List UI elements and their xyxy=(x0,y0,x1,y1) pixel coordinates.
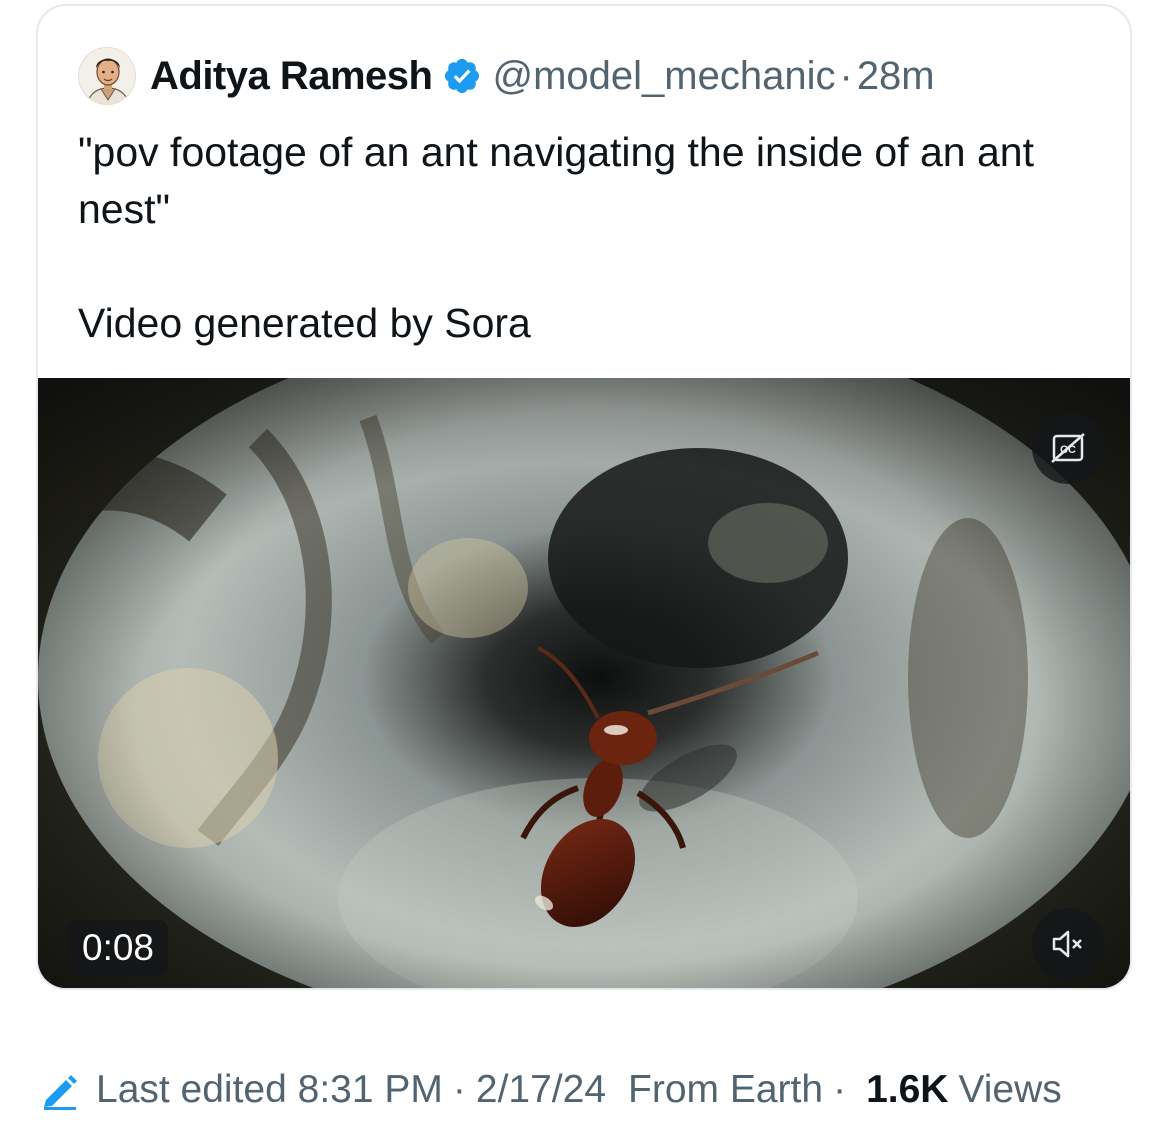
verified-badge-icon xyxy=(442,56,482,96)
video-duration-badge: 0:08 xyxy=(68,920,169,976)
footer-separator: · xyxy=(833,1068,847,1111)
video-frame xyxy=(38,378,1130,988)
post-text: "pov footage of an ant navigating the in… xyxy=(78,129,1034,346)
views-label: Views xyxy=(958,1068,1062,1111)
speaker-muted-icon xyxy=(1052,930,1082,958)
closed-captions-icon: CC xyxy=(1051,433,1085,463)
last-edited-label[interactable]: Last edited 8:31 PM xyxy=(96,1068,443,1112)
post-header: Aditya Ramesh @model_mechanic · 28m xyxy=(78,44,935,108)
post-metadata: Last edited 8:31 PM · 2/17/24 From Earth… xyxy=(40,1062,1062,1118)
views-count[interactable]: 1.6K xyxy=(866,1068,948,1112)
author-handle[interactable]: @model_mechanic xyxy=(492,54,835,99)
post-timestamp[interactable]: 28m xyxy=(857,54,935,99)
author-avatar[interactable] xyxy=(78,47,136,105)
author-name[interactable]: Aditya Ramesh xyxy=(150,54,433,99)
edit-pencil-icon xyxy=(44,1075,77,1110)
captions-button[interactable]: CC xyxy=(1032,412,1104,484)
header-separator: · xyxy=(839,53,853,98)
post-location: From Earth xyxy=(628,1068,824,1111)
mute-toggle-button[interactable] xyxy=(1032,908,1104,980)
footer-separator: · xyxy=(452,1068,466,1111)
video-player[interactable]: CC 0:08 xyxy=(38,378,1130,988)
quoted-post-card[interactable]: Aditya Ramesh @model_mechanic · 28m "pov… xyxy=(36,4,1132,990)
post-date[interactable]: 2/17/24 xyxy=(476,1068,606,1112)
